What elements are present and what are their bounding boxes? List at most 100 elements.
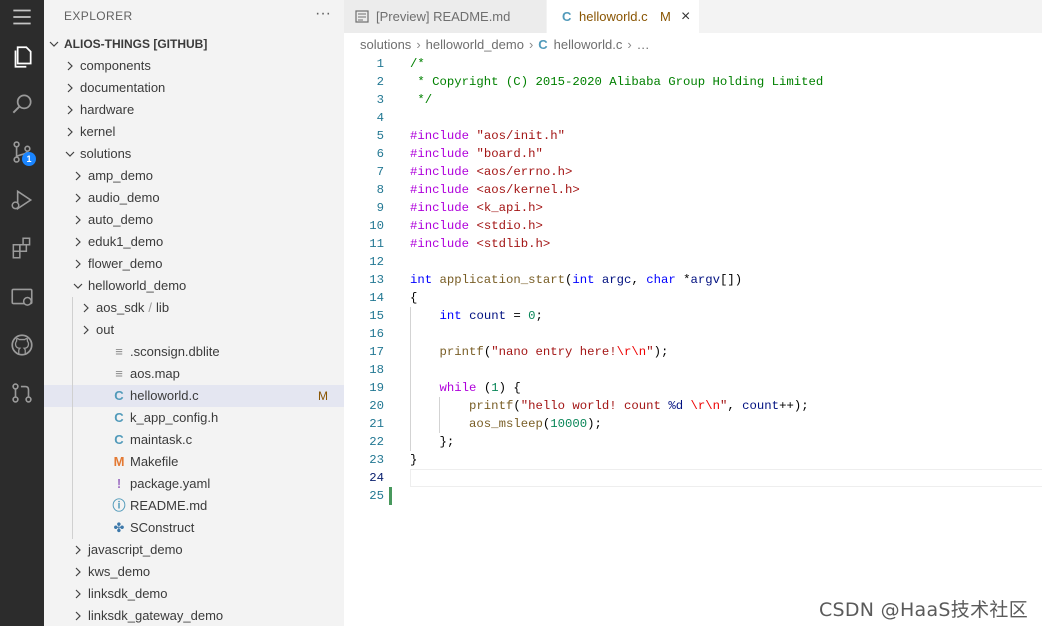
breadcrumb-helloworld-demo[interactable]: helloworld_demo [426,36,524,54]
folder-label: eduk1_demo [88,231,163,253]
line-number: 8 [376,183,384,197]
file-item[interactable]: ✤ SConstruct [44,517,344,539]
workspace-root[interactable]: ALIOS-THINGS [GITHUB] [44,33,344,55]
run-debug-icon[interactable] [0,180,44,220]
file-item[interactable]: M Makefile [44,451,344,473]
chevron-right-icon: › [528,37,534,52]
code-line: #include <k_api.h> [410,201,543,215]
line-number: 3 [376,93,384,107]
file-item[interactable]: ≡ .sconsign.dblite [44,341,344,363]
code-line: #include <stdio.h> [410,219,543,233]
scm-count-badge: 1 [22,152,36,166]
chevron-right-icon [64,55,76,77]
extensions-icon[interactable] [0,228,44,268]
folder-item[interactable]: linksdk_demo [44,583,344,605]
line-number: 20 [369,399,384,413]
code-line: #include "aos/init.h" [410,129,565,143]
more-actions-icon[interactable]: ··· [312,4,334,26]
folder-item[interactable]: eduk1_demo [44,231,344,253]
folder-label: linksdk_gateway_demo [88,605,223,626]
chevron-right-icon [80,297,92,319]
search-icon[interactable] [0,84,44,124]
file-item[interactable]: Cmaintask.c [44,429,344,451]
tab-readme-preview[interactable]: [Preview] README.md [344,0,547,33]
line-number: 6 [376,147,384,161]
breadcrumb-symbols[interactable]: … [637,36,650,54]
folder-item[interactable]: kernel [44,121,344,143]
breadcrumb-file[interactable]: helloworld.c [554,36,623,54]
folder-item[interactable]: auto_demo [44,209,344,231]
remote-explorer-icon[interactable] [0,277,44,317]
chevron-right-icon [72,253,84,275]
tab-bar: [Preview] README.md C helloworld.c M × [344,0,1042,33]
folder-label: javascript_demo [88,539,183,561]
chevron-right-icon: › [627,37,632,52]
file-item[interactable]: ⓘ README.md [44,495,344,517]
folder-item[interactable]: aos_sdk / lib [44,297,344,319]
folder-name: lib [156,300,170,315]
folder-label: auto_demo [88,209,153,231]
folder-name: components [80,58,151,73]
folder-label: kernel [80,121,115,143]
file-label: helloworld.c [130,388,199,403]
c-file-icon: C [114,388,124,403]
yaml-icon: ! [116,476,122,491]
line-number: 22 [369,435,384,449]
tab-helloworld[interactable]: C helloworld.c M × [547,0,699,33]
code-line: while (1) { [439,381,521,395]
folder-label: documentation [80,77,165,99]
folder-item[interactable]: javascript_demo [44,539,344,561]
folder-name: linksdk_demo [88,586,168,601]
line-number: 24 [369,471,384,485]
folder-item[interactable]: out [44,319,344,341]
explorer-sidebar: EXPLORER ··· ALIOS-THINGS [GITHUB] compon… [44,0,344,626]
chevron-right-icon [64,121,76,143]
breadcrumb-solutions[interactable]: solutions [360,36,411,54]
folder-name: audio_demo [88,190,160,205]
folder-name: kws_demo [88,564,151,579]
folder-item[interactable]: kws_demo [44,561,344,583]
github-icon[interactable] [0,325,44,365]
chevron-right-icon [72,165,84,187]
file-label: Makefile [130,454,179,469]
folder-item[interactable]: documentation [44,77,344,99]
folder-name: amp_demo [88,168,154,183]
folder-item[interactable]: hardware [44,99,344,121]
chevron-right-icon [72,231,84,253]
file-item[interactable]: Chelloworld.c M [44,385,344,407]
folder-item[interactable]: audio_demo [44,187,344,209]
current-line-highlight [410,469,1042,487]
chevron-right-icon [80,319,92,341]
folder-label: flower_demo [88,253,162,275]
chevron-down-icon [48,33,60,55]
menu-icon[interactable] [0,0,44,34]
code-line: } [410,453,418,467]
c-file-icon: C [114,432,124,447]
folder-item[interactable]: linksdk_gateway_demo [44,605,344,626]
indent-guide [72,297,73,539]
folder-item[interactable]: amp_demo [44,165,344,187]
folder-name: eduk1_demo [88,234,164,249]
folder-item[interactable]: solutions [44,143,344,165]
tab-label: [Preview] README.md [376,9,511,24]
added-line-marker [389,487,392,505]
chevron-right-icon [72,561,84,583]
folder-label: aos_sdk / lib [96,297,169,319]
code-line: printf("nano entry here!\r\n"); [439,345,669,359]
folder-item[interactable]: flower_demo [44,253,344,275]
chevron-right-icon [64,77,76,99]
chevron-right-icon [64,99,76,121]
close-icon[interactable]: × [681,0,690,33]
file-item[interactable]: Ck_app_config.h [44,407,344,429]
explorer-icon[interactable] [0,37,44,77]
file-item[interactable]: ≡ aos.map [44,363,344,385]
code-line: int application_start(int argc, char *ar… [410,273,743,287]
python-icon: ✤ [113,520,125,535]
source-control-icon[interactable]: 1 [0,132,44,172]
file-item[interactable]: ! package.yaml [44,473,344,495]
folder-item[interactable]: components [44,55,344,77]
folder-label: solutions [80,143,131,165]
pull-requests-icon[interactable] [0,373,44,413]
folder-item[interactable]: helloworld_demo [44,275,344,297]
chevron-down-icon [64,143,76,165]
